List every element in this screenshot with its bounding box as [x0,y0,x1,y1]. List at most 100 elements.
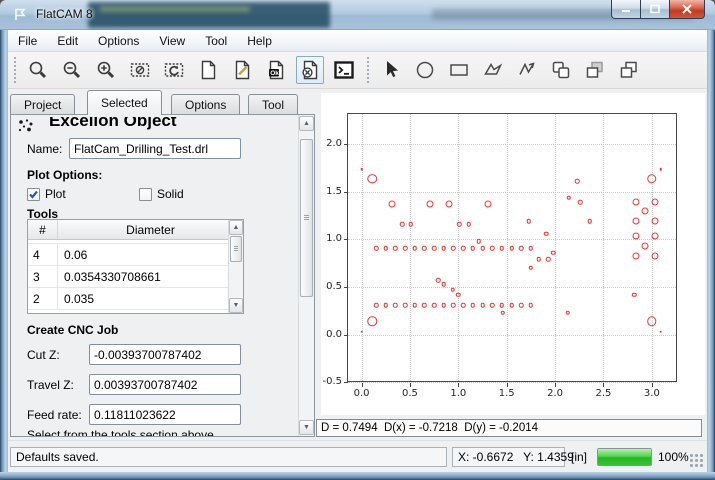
open-project-icon[interactable] [228,56,256,84]
zoom-fit-icon[interactable] [24,56,52,84]
menu-help[interactable]: Help [237,31,282,51]
solid-checkbox[interactable]: Solid [139,187,184,201]
toolbar-grip[interactable] [11,57,18,83]
tool-diameter-header: Diameter [58,220,243,239]
scrollbar-thumb[interactable] [300,139,313,297]
drill-hole-marker [427,201,434,208]
drill-hole-marker [501,310,506,315]
tool-number: 4 [28,244,58,265]
tab-options[interactable]: Options [171,94,240,115]
gridline [348,382,676,383]
panel-scrollbar[interactable]: ▲ ▼ [298,115,314,436]
toolbar-grip[interactable] [364,57,371,83]
plot-axes[interactable]: 0.00.51.01.52.02.53.0-0.50.00.51.01.52.0 [347,113,677,382]
scrollbar-thumb[interactable] [230,236,242,262]
tool-row[interactable]: 40.06 [28,244,243,266]
drill-hole-marker [588,219,593,224]
cut-z-input[interactable] [89,344,241,365]
tab-tool[interactable]: Tool [248,94,298,115]
plot-checkbox[interactable]: Plot [27,187,66,201]
draw-path-icon[interactable] [513,56,541,84]
drill-hole-marker [529,303,534,308]
close-button[interactable] [669,0,705,19]
tools-table-scrollbar[interactable]: ▲ ▼ [228,220,243,313]
x-tick-label: 2.5 [588,388,618,399]
delete-object-icon[interactable] [296,56,324,84]
subtract-icon[interactable] [581,56,609,84]
replot-icon[interactable] [160,56,188,84]
tab-selected[interactable]: Selected [87,90,162,115]
menu-file[interactable]: File [8,31,47,51]
drill-hole-marker [509,246,514,251]
drill-hole-marker [651,252,658,259]
gridline [507,114,508,381]
progress-percent: 100% [658,450,689,464]
tab-project[interactable]: Project [10,94,75,115]
x-tick-label: 1.0 [443,388,473,399]
gridline [348,144,676,145]
menu-tool[interactable]: Tool [195,31,237,51]
feed-rate-input[interactable] [89,404,241,425]
drill-hole-marker [480,303,485,308]
drill-hole-marker [413,246,418,251]
gridline [555,114,556,381]
solid-checkbox-label: Solid [157,187,184,201]
cut-path-icon[interactable] [615,56,643,84]
drill-hole-marker [632,292,637,297]
maximize-button[interactable] [641,0,669,19]
pointer-icon[interactable] [377,56,405,84]
drill-hole-marker [480,246,485,251]
draw-polygon-icon[interactable] [479,56,507,84]
drill-hole-marker [413,303,418,308]
drill-hole-marker [642,207,649,214]
travel-z-input[interactable] [89,374,241,395]
zoom-in-icon[interactable] [92,56,120,84]
drill-hole-marker [642,243,649,250]
drill-hole-marker [400,222,405,227]
drill-hole-marker [471,246,476,251]
draw-rectangle-icon[interactable] [445,56,473,84]
measurement-readout: D = 0.7494 D(x) = -0.7218 D(y) = -0.2014 [316,419,702,437]
scroll-up-icon[interactable]: ▲ [229,220,243,235]
solid-checkbox-box[interactable] [139,188,152,201]
drill-hole-marker [647,174,657,184]
menu-options[interactable]: Options [88,31,149,51]
gridline [458,114,459,381]
draw-circle-icon[interactable] [411,56,439,84]
drill-hole-marker [509,303,514,308]
drill-hole-marker [647,316,657,326]
resize-grip-icon[interactable] [689,453,703,467]
drill-hole-marker [432,303,437,308]
name-input[interactable] [69,138,241,159]
titlebar[interactable]: FlatCAM 8 [0,0,715,30]
background-window-ghost [88,2,330,28]
shell-icon[interactable] [330,56,358,84]
cnc-job-label: Create CNC Job [27,323,118,337]
tool-row[interactable]: 30.0354330708661 [28,266,243,288]
drill-hole-marker [367,174,377,184]
drill-hole-marker [360,330,363,333]
drill-hole-marker [471,303,476,308]
flatcam-logo-icon [12,6,29,23]
drill-hole-marker [403,303,408,308]
plot-canvas[interactable]: 0.00.51.01.52.02.53.0-0.50.00.51.01.52.0 [321,93,705,415]
scroll-up-icon[interactable]: ▲ [299,116,314,131]
gridline [348,287,676,288]
drill-hole-marker [490,246,495,251]
drill-hole-marker [565,310,570,315]
minimize-button[interactable] [611,0,641,19]
scroll-down-icon[interactable]: ▼ [299,420,314,435]
save-project-icon[interactable]: Ok [262,56,290,84]
union-icon[interactable] [547,56,575,84]
tool-row[interactable]: 20.035 [28,288,243,310]
drill-hole-marker [451,246,456,251]
new-project-icon[interactable] [194,56,222,84]
scroll-down-icon[interactable]: ▼ [229,298,243,313]
zoom-out-icon[interactable] [58,56,86,84]
y-tick-label: 0.0 [316,329,342,340]
menu-edit[interactable]: Edit [47,31,88,51]
y-tick-label: 2.0 [316,138,342,149]
clear-plot-icon[interactable] [126,56,154,84]
plot-checkbox-box[interactable] [27,188,40,201]
menu-view[interactable]: View [149,31,195,51]
